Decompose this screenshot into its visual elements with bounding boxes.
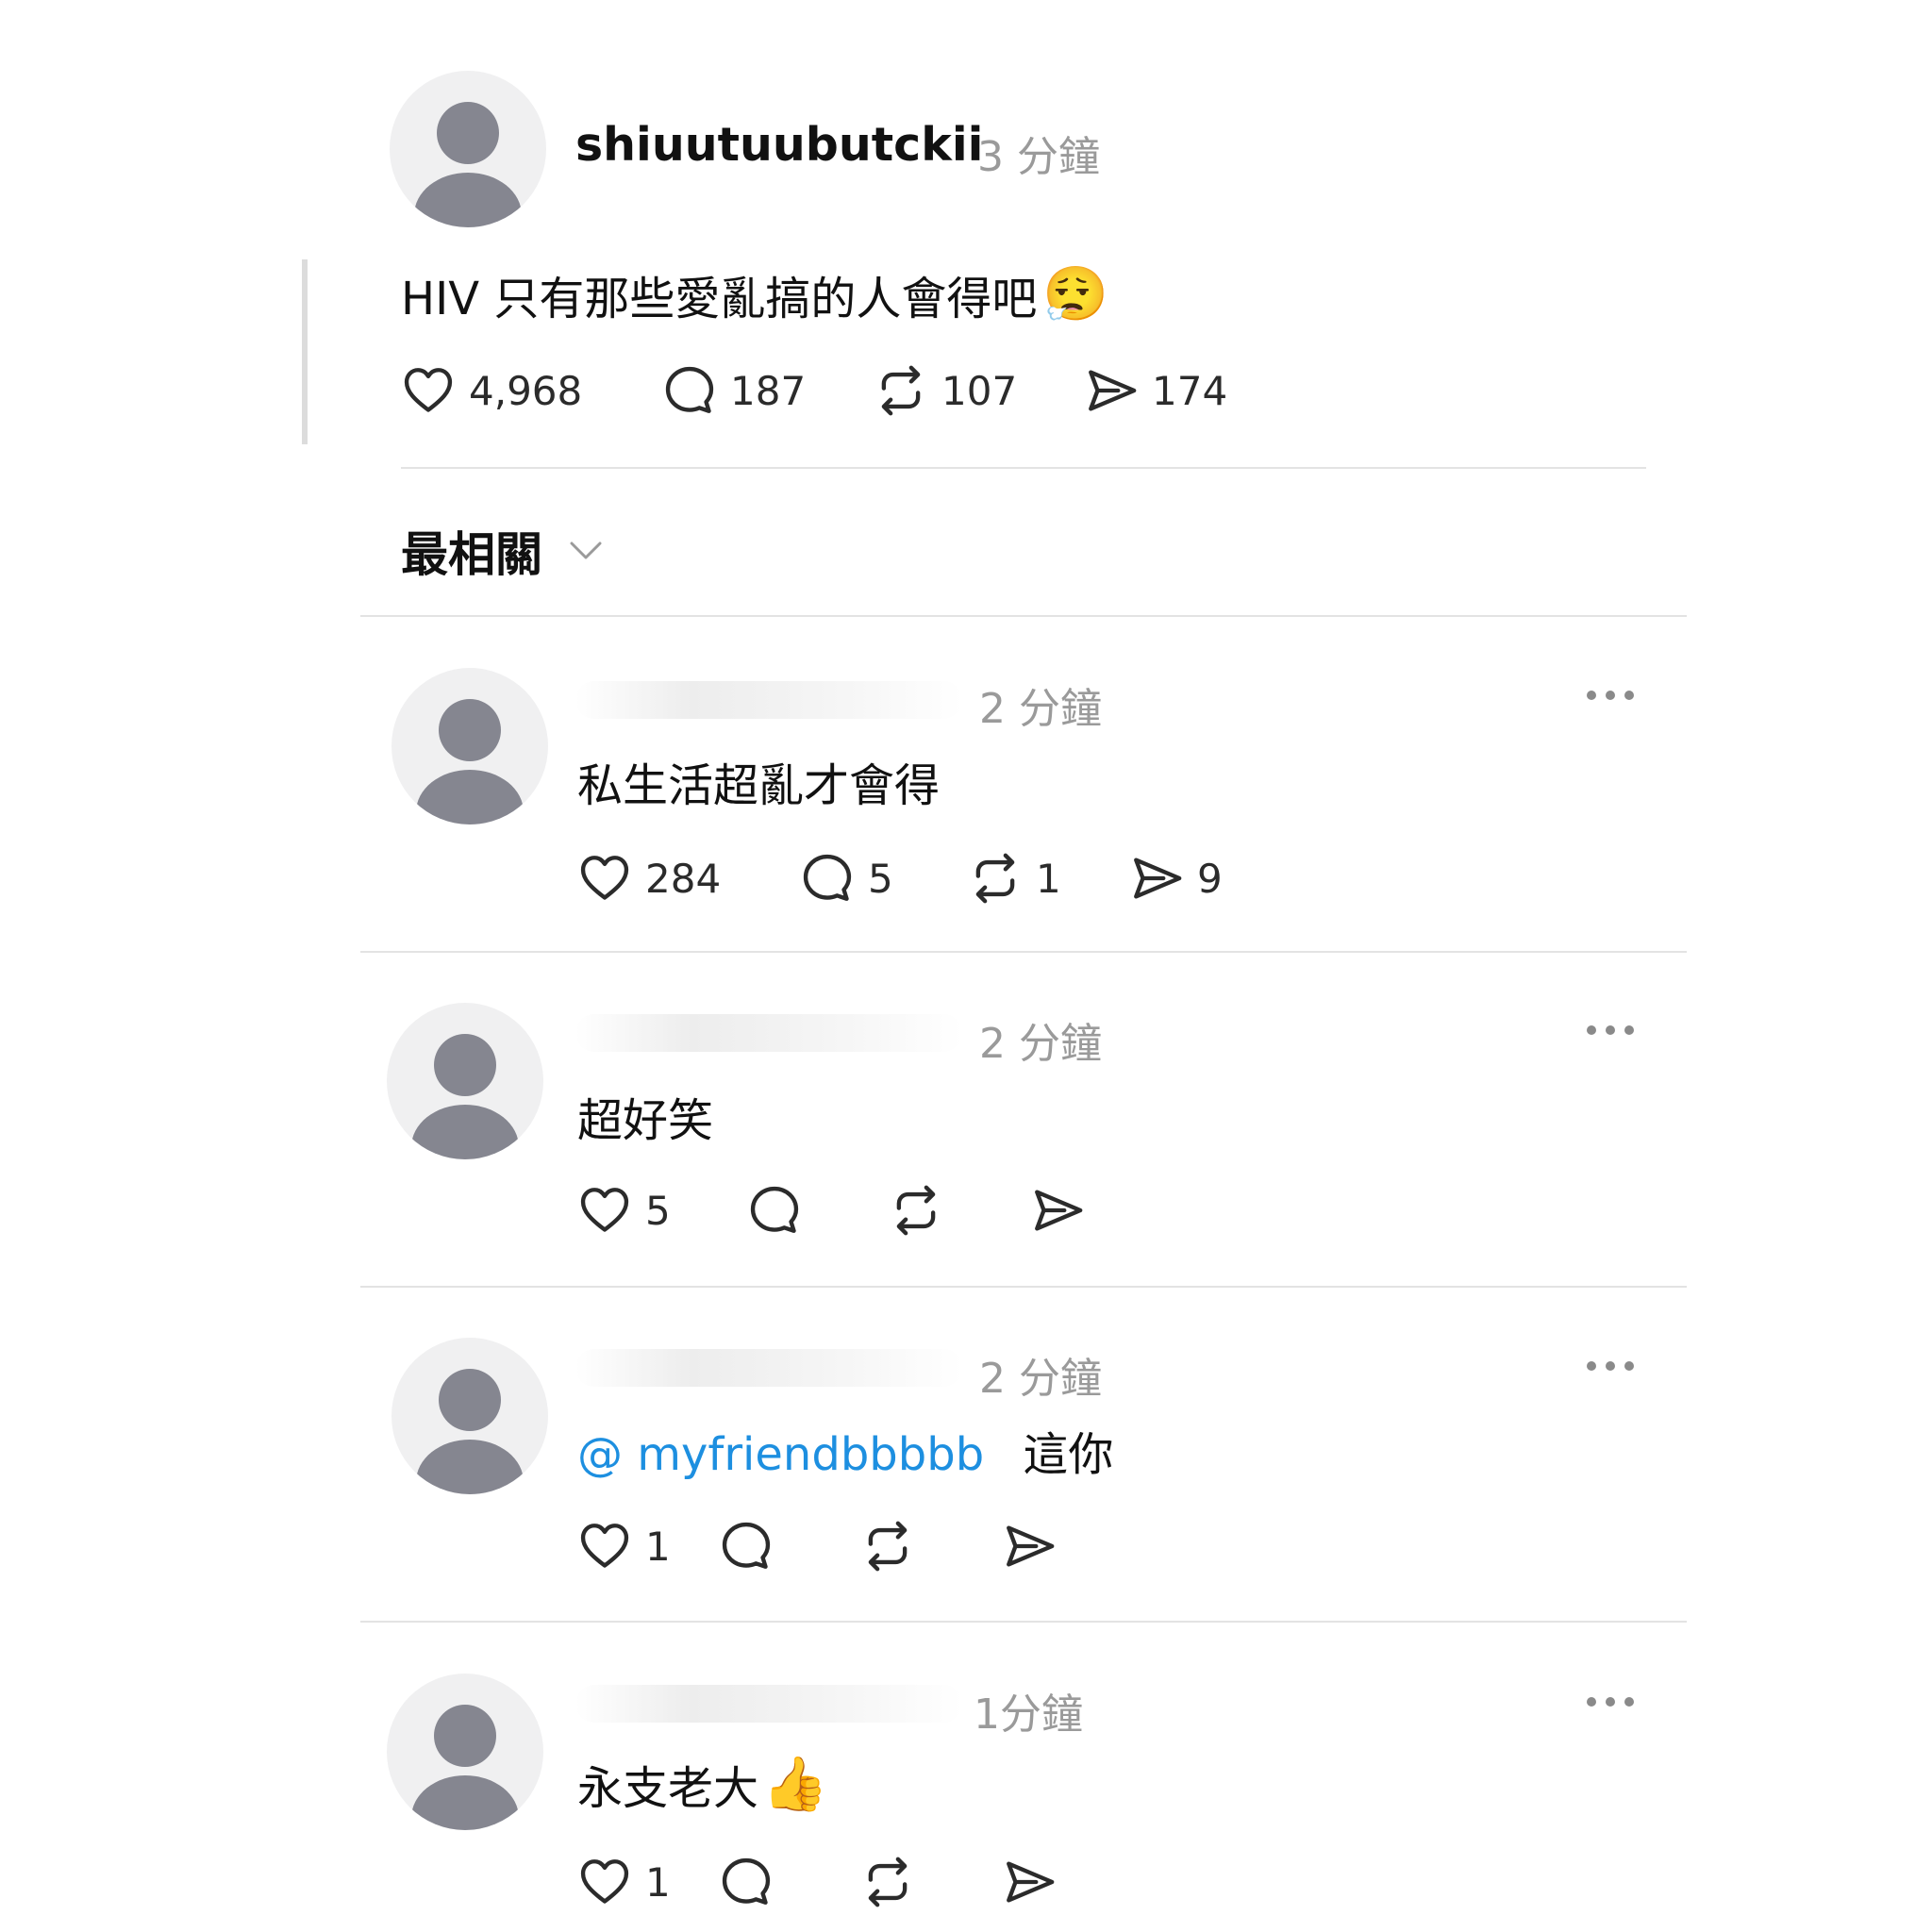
comment-bubble-icon bbox=[719, 1519, 774, 1574]
send-icon bbox=[1030, 1183, 1085, 1238]
comment-button[interactable]: 5 bbox=[800, 851, 893, 906]
comment-button[interactable] bbox=[719, 1519, 774, 1574]
like-count: 4,968 bbox=[469, 367, 583, 414]
quote-bar bbox=[302, 259, 308, 444]
like-button[interactable]: 1 bbox=[577, 1855, 671, 1909]
share-button[interactable]: 9 bbox=[1129, 851, 1223, 906]
reply-text: 超好笑 bbox=[577, 1094, 714, 1147]
comment-count: 187 bbox=[730, 367, 807, 414]
avatar[interactable] bbox=[391, 1338, 548, 1494]
repost-icon bbox=[874, 363, 928, 418]
share-button[interactable] bbox=[1030, 1183, 1085, 1238]
share-button[interactable]: 174 bbox=[1084, 363, 1227, 418]
like-button[interactable]: 5 bbox=[577, 1183, 671, 1238]
heart-icon bbox=[577, 1519, 632, 1574]
repost-icon bbox=[968, 851, 1023, 906]
reply-timestamp: 2 分鐘 bbox=[979, 1355, 1102, 1403]
redacted-username bbox=[575, 681, 962, 719]
repost-button[interactable] bbox=[889, 1183, 943, 1238]
divider bbox=[401, 467, 1646, 469]
send-icon bbox=[1002, 1855, 1057, 1909]
divider bbox=[360, 951, 1687, 953]
repost-icon bbox=[860, 1519, 915, 1574]
avatar[interactable] bbox=[387, 1674, 543, 1830]
comment-count: 5 bbox=[868, 855, 893, 902]
chevron-down-icon bbox=[570, 541, 602, 559]
share-button[interactable] bbox=[1002, 1855, 1057, 1909]
reply-text: 這你 bbox=[1023, 1428, 1114, 1481]
redacted-username bbox=[575, 1685, 962, 1723]
post-text-row: HIV 只有那些愛亂搞的人會得吧 😮‍💨 bbox=[401, 261, 1108, 327]
repost-icon bbox=[860, 1855, 915, 1909]
like-count: 1 bbox=[645, 1858, 671, 1906]
heart-icon bbox=[577, 1183, 632, 1238]
like-button[interactable]: 1 bbox=[577, 1519, 671, 1574]
reply-text: 永支老大 bbox=[577, 1762, 759, 1815]
comment-bubble-icon bbox=[800, 851, 855, 906]
avatar[interactable] bbox=[390, 71, 546, 227]
avatar-body-shape bbox=[414, 173, 522, 227]
avatar[interactable] bbox=[391, 668, 548, 824]
like-count: 5 bbox=[645, 1187, 671, 1234]
mention-link[interactable]: @ myfriendbbbbb bbox=[577, 1428, 984, 1481]
more-dots-icon[interactable] bbox=[1587, 688, 1634, 703]
comment-button[interactable] bbox=[719, 1855, 774, 1909]
comment-bubble-icon bbox=[747, 1183, 802, 1238]
redacted-username bbox=[575, 1014, 962, 1052]
sort-label: 最相關 bbox=[401, 527, 542, 582]
exhale-emoji-icon: 😮‍💨 bbox=[1042, 264, 1109, 325]
share-count: 9 bbox=[1197, 855, 1223, 902]
more-dots-icon[interactable] bbox=[1587, 1023, 1634, 1038]
heart-icon bbox=[577, 1855, 632, 1909]
reply-timestamp: 1分鐘 bbox=[974, 1690, 1083, 1739]
repost-icon bbox=[889, 1183, 943, 1238]
more-dots-icon[interactable] bbox=[1587, 1694, 1634, 1709]
heart-icon bbox=[401, 363, 456, 418]
heart-icon bbox=[577, 851, 632, 906]
share-count: 174 bbox=[1152, 367, 1228, 414]
reply-text-row: 永支老大 👍 bbox=[577, 1751, 828, 1817]
repost-count: 1 bbox=[1036, 855, 1061, 902]
repost-button[interactable] bbox=[860, 1855, 915, 1909]
repost-button[interactable]: 1 bbox=[968, 851, 1061, 906]
send-icon bbox=[1129, 851, 1184, 906]
comment-button[interactable] bbox=[747, 1183, 802, 1238]
divider bbox=[360, 615, 1687, 617]
like-button[interactable]: 284 bbox=[577, 851, 721, 906]
send-icon bbox=[1084, 363, 1139, 418]
like-button[interactable]: 4,968 bbox=[401, 363, 582, 418]
avatar[interactable] bbox=[387, 1003, 543, 1159]
reply-text-row: @ myfriendbbbbb 這你 bbox=[577, 1417, 1113, 1483]
comment-button[interactable]: 187 bbox=[662, 363, 806, 418]
like-count: 284 bbox=[645, 855, 722, 902]
post-timestamp: 3 分鐘 bbox=[977, 133, 1100, 181]
reply-timestamp: 2 分鐘 bbox=[979, 1020, 1102, 1068]
post-text: HIV 只有那些愛亂搞的人會得吧 bbox=[401, 273, 1038, 325]
post-username[interactable]: shiuutuubutckii bbox=[575, 118, 983, 172]
divider bbox=[360, 1621, 1687, 1623]
more-dots-icon[interactable] bbox=[1587, 1358, 1634, 1374]
redacted-username bbox=[575, 1349, 962, 1387]
sort-dropdown[interactable]: 最相關 bbox=[401, 517, 605, 585]
repost-button[interactable] bbox=[860, 1519, 915, 1574]
comment-bubble-icon bbox=[662, 363, 717, 418]
divider bbox=[360, 1286, 1687, 1288]
repost-count: 107 bbox=[941, 367, 1018, 414]
like-count: 1 bbox=[645, 1523, 671, 1570]
avatar-head-shape bbox=[437, 102, 499, 164]
send-icon bbox=[1002, 1519, 1057, 1574]
share-button[interactable] bbox=[1002, 1519, 1057, 1574]
repost-button[interactable]: 107 bbox=[874, 363, 1017, 418]
reply-timestamp: 2 分鐘 bbox=[979, 685, 1102, 733]
reply-text: 私生活超亂才會得 bbox=[577, 759, 941, 812]
comment-bubble-icon bbox=[719, 1855, 774, 1909]
thumbs-up-emoji-icon: 👍 bbox=[762, 1754, 828, 1815]
